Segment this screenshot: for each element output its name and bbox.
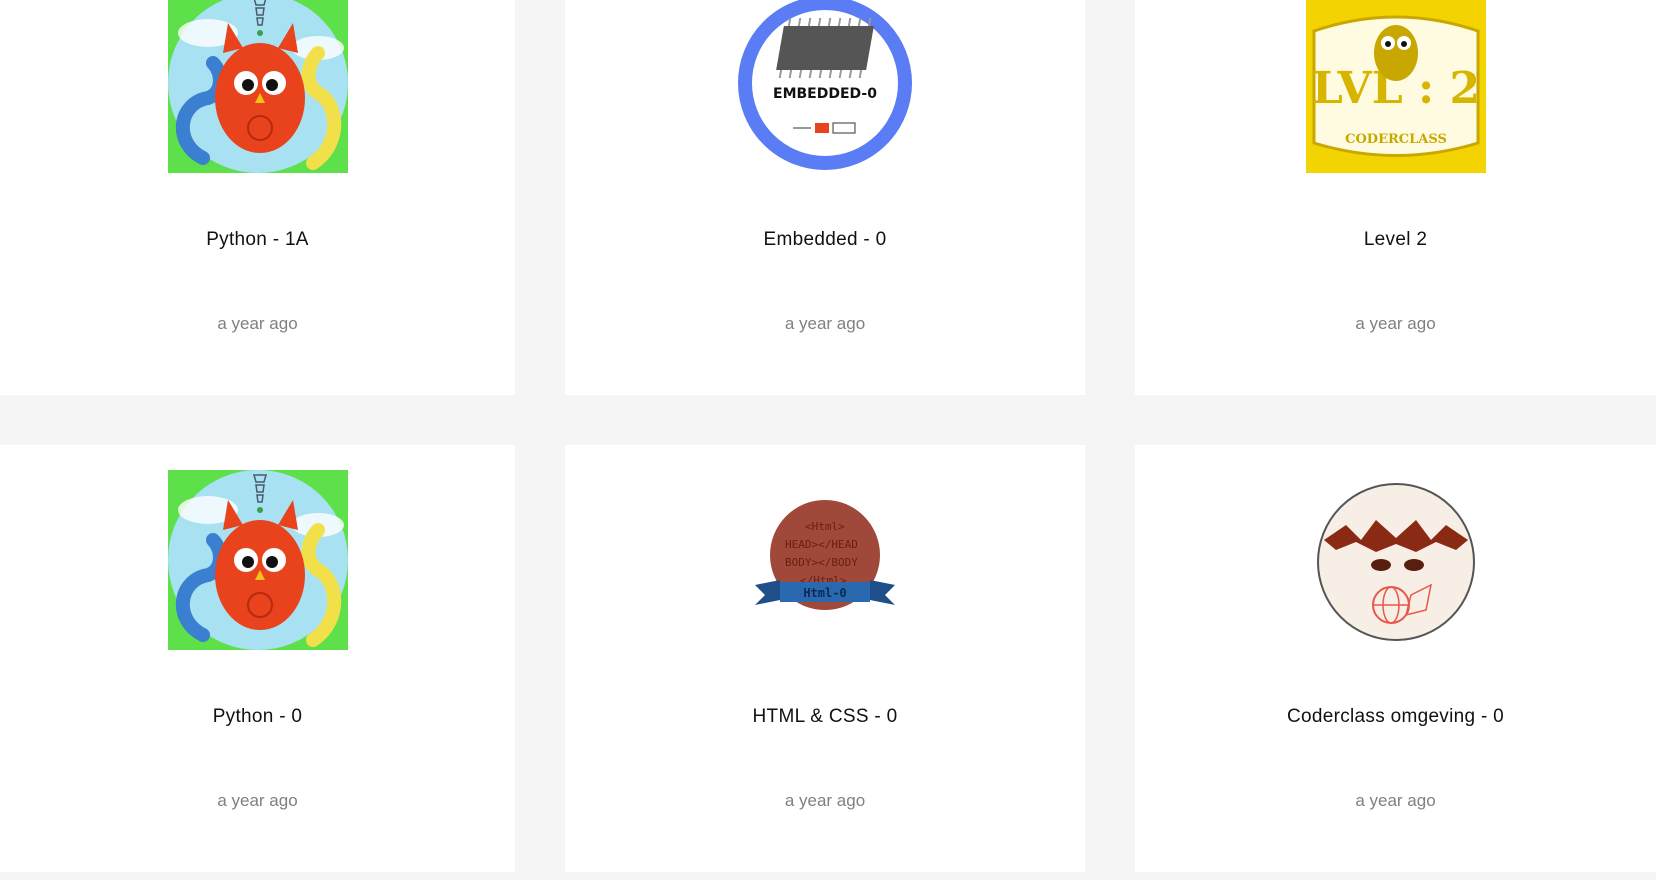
badge-title: Python - 1A (206, 229, 309, 250)
badge-card-level-2[interactable]: LVL : 2 CODERCLASS Level 2 a year ago (1135, 0, 1656, 395)
badge-title: Embedded - 0 (763, 229, 887, 250)
badge-text: Html-0 (803, 586, 846, 600)
badge-card-python-0[interactable]: Python - 0 a year ago (0, 445, 515, 872)
badge-grid: Python - 1A a year ago EMBEDDED-0 Embedd… (0, 0, 1656, 880)
badge-subtext: CODERCLASS (1345, 132, 1447, 147)
python-owl-badge-icon (167, 470, 348, 650)
badge-date: a year ago (784, 791, 866, 810)
badge-card-html-css-0[interactable]: <Html> HEAD></HEAD BODY></BODY </Html> H… (565, 445, 1085, 872)
badge-card-embedded-0[interactable]: EMBEDDED-0 Embedded - 0 a year ago (565, 0, 1085, 395)
badge-text: EMBEDDED-0 (773, 86, 877, 102)
badge-title: Coderclass omgeving - 0 (1286, 706, 1505, 727)
svg-text:<Html>: <Html> (805, 520, 845, 533)
badge-date: a year ago (1355, 791, 1436, 810)
badge-card-coderclass-omgeving-0[interactable]: Coderclass omgeving - 0 a year ago (1135, 445, 1656, 872)
badge-title: HTML & CSS - 0 (752, 706, 898, 727)
badge-date: a year ago (217, 314, 298, 333)
badge-card-python-1a[interactable]: Python - 1A a year ago (0, 0, 515, 395)
embedded-chip-badge-icon: EMBEDDED-0 (735, 0, 915, 173)
html-css-badge-icon: <Html> HEAD></HEAD BODY></BODY </Html> H… (735, 470, 915, 650)
svg-text:BODY></BODY: BODY></BODY (785, 556, 858, 569)
badge-title: Level 2 (1363, 229, 1428, 250)
badge-date: a year ago (784, 314, 866, 333)
badge-date: a year ago (217, 791, 298, 810)
coderclass-environment-badge-icon (1306, 470, 1486, 650)
python-owl-badge-icon (167, 0, 348, 173)
badge-date: a year ago (1355, 314, 1436, 333)
svg-text:HEAD></HEAD: HEAD></HEAD (785, 538, 858, 551)
level-2-owl-badge-icon: LVL : 2 CODERCLASS (1305, 0, 1486, 173)
badge-title: Python - 0 (212, 706, 303, 727)
